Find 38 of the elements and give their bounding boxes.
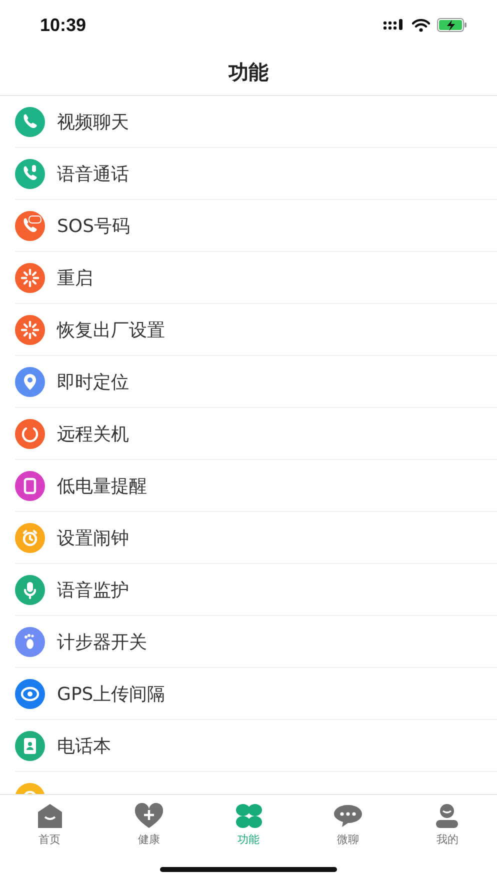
page-title: 功能 — [228, 59, 268, 86]
item-label: 恢复出厂设置 — [57, 318, 165, 342]
clover-icon — [234, 803, 264, 829]
chat-icon — [332, 803, 363, 829]
function-item[interactable]: 即时定位 — [15, 356, 497, 408]
item-label: 电话本 — [57, 734, 111, 758]
item-label: 语音通话 — [57, 162, 129, 186]
function-item[interactable]: 设置闹钟 — [15, 512, 497, 564]
function-item[interactable]: 恢复出厂设置 — [15, 304, 497, 356]
function-item[interactable]: 低电量提醒 — [15, 460, 497, 512]
function-item[interactable]: GPS上传间隔 — [15, 668, 497, 720]
item-label: SOS号码 — [57, 214, 130, 238]
tab-item[interactable]: 我的 — [398, 795, 497, 855]
tab-item[interactable]: 微聊 — [298, 795, 398, 855]
tab-item[interactable]: 健康 — [99, 795, 199, 855]
function-item[interactable]: 计步器开关 — [15, 616, 497, 668]
function-item[interactable]: 重启 — [15, 252, 497, 304]
function-item[interactable]: 语音监护 — [15, 564, 497, 616]
function-item[interactable]: 远程关机 — [15, 408, 497, 460]
function-item[interactable]: 电话本 — [15, 720, 497, 772]
function-item[interactable]: SOS号码 — [15, 200, 497, 252]
item-label: GPS上传间隔 — [57, 682, 166, 706]
battery-charging-icon — [437, 18, 467, 32]
item-label: 视频聊天 — [57, 110, 129, 134]
status-time: 10:39 — [40, 14, 86, 36]
item-label: 即时定位 — [57, 370, 129, 394]
item-label: 低电量提醒 — [57, 474, 147, 498]
item-label: 语音监护 — [57, 578, 129, 602]
item-label: 设置闹钟 — [57, 526, 129, 550]
signal-icon — [383, 19, 405, 31]
item-label: 重启 — [57, 266, 93, 290]
item-label: 计步器开关 — [57, 630, 147, 654]
heart-plus-icon — [134, 803, 164, 829]
item-label: 远程关机 — [57, 422, 129, 446]
tab-item[interactable]: 首页 — [0, 795, 100, 855]
wifi-icon — [412, 18, 430, 32]
function-item[interactable]: 视频聊天 — [15, 96, 497, 148]
function-item[interactable]: 语音通话 — [15, 148, 497, 200]
